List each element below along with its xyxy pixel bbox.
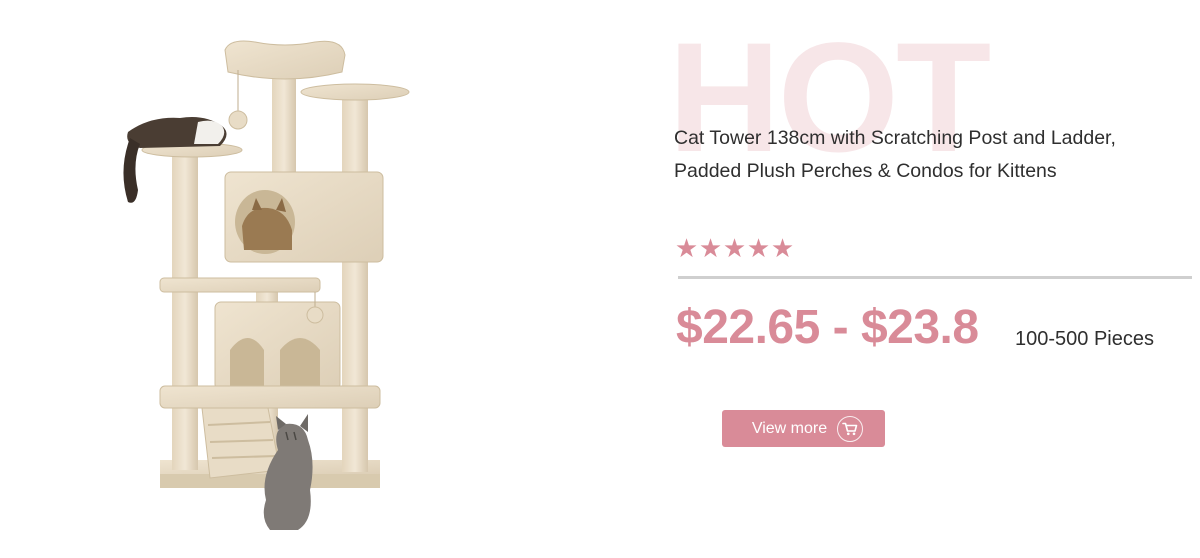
star-icon: ★ <box>674 234 698 264</box>
quantity-range: 100-500 Pieces <box>1015 328 1154 350</box>
divider <box>678 276 1192 279</box>
cart-icon <box>837 415 864 442</box>
view-more-label: View more <box>751 419 828 437</box>
star-icon: ★ <box>698 234 722 264</box>
product-title[interactable]: Cat Tower 138cm with Scratching Post and… <box>674 122 1174 188</box>
star-icon: ★ <box>746 234 770 264</box>
star-icon: ★ <box>722 234 746 264</box>
view-more-button[interactable]: View more <box>722 410 885 447</box>
product-title-line-2[interactable]: Padded Plush Perches & Condos for Kitten… <box>674 155 1174 188</box>
product-title-line-1[interactable]: Cat Tower 138cm with Scratching Post and… <box>674 122 1174 155</box>
star-icon: ★ <box>770 234 794 264</box>
product-image[interactable] <box>110 30 420 535</box>
price-range: $22.65 - $23.8 <box>676 301 979 354</box>
star-rating: ★★★★★ <box>674 234 794 264</box>
cat-tower-illustration <box>123 40 410 530</box>
